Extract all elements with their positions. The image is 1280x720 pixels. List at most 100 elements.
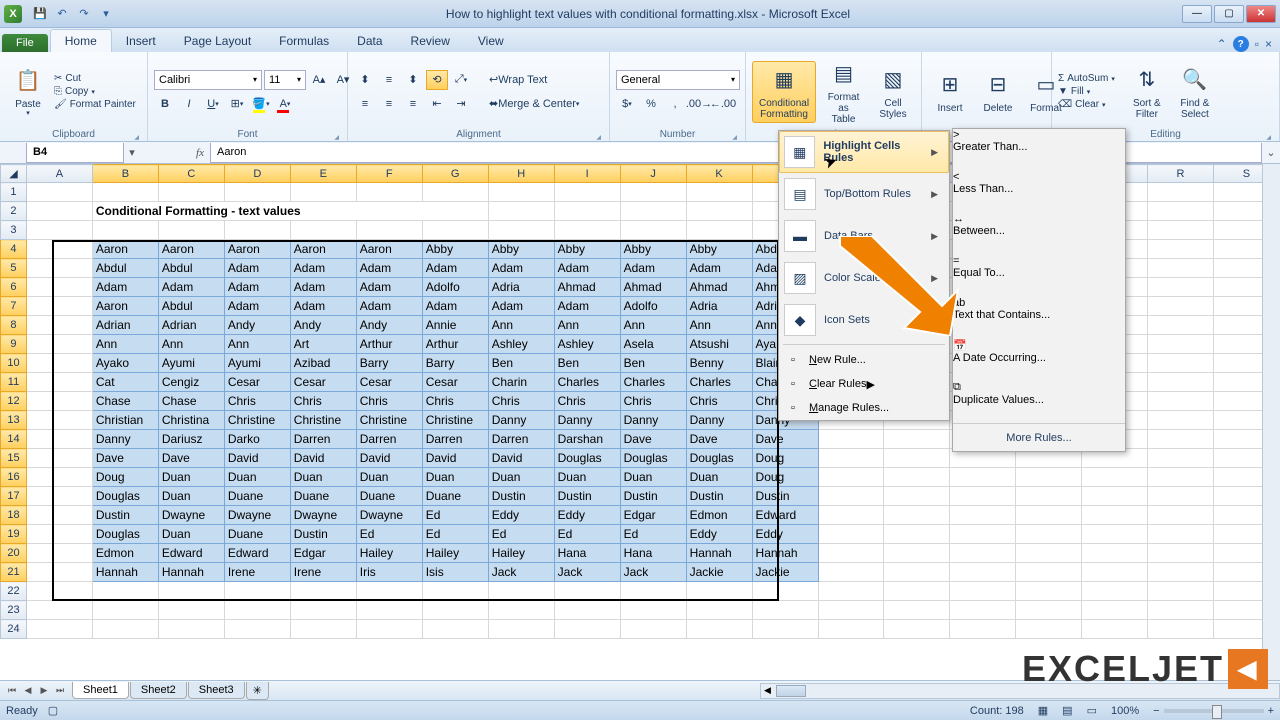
cell[interactable]: Charles — [554, 373, 620, 392]
cell[interactable]: Ed — [554, 525, 620, 544]
cell[interactable]: Aaron — [92, 240, 158, 259]
close-button[interactable]: ✕ — [1246, 5, 1276, 23]
cell[interactable]: Annie — [422, 316, 488, 335]
cell[interactable] — [290, 221, 356, 240]
cell[interactable] — [950, 601, 1016, 620]
cell[interactable] — [818, 544, 884, 563]
view-normal-icon[interactable]: ▦ — [1038, 704, 1048, 717]
insert-button[interactable]: ⊞Insert — [928, 67, 972, 116]
name-box-dropdown-icon[interactable]: ▾ — [124, 146, 140, 159]
cell[interactable]: Hana — [620, 544, 686, 563]
cell[interactable]: Cat — [92, 373, 158, 392]
cell[interactable]: David — [290, 449, 356, 468]
cell[interactable]: Iris — [356, 563, 422, 582]
cell[interactable]: Chris — [488, 392, 554, 411]
row-header[interactable]: 19 — [1, 525, 27, 544]
cell[interactable]: Duan — [356, 468, 422, 487]
cell[interactable] — [620, 221, 686, 240]
cell[interactable]: Adam — [356, 297, 422, 316]
cell[interactable]: Duan — [158, 468, 224, 487]
cell[interactable]: Chase — [92, 392, 158, 411]
sheet-tab-2[interactable]: Sheet2 — [130, 682, 187, 699]
cell[interactable] — [620, 202, 686, 221]
cell[interactable] — [950, 620, 1016, 639]
increase-decimal-icon[interactable]: .00→ — [688, 94, 710, 114]
cell[interactable] — [884, 544, 950, 563]
row-header[interactable]: 17 — [1, 487, 27, 506]
row-header[interactable]: 24 — [1, 620, 27, 639]
font-size-combo[interactable]: 11▾ — [264, 70, 306, 90]
cell[interactable] — [26, 278, 92, 297]
close-workbook-icon[interactable]: × — [1265, 37, 1272, 51]
col-header[interactable]: I — [554, 165, 620, 183]
cell[interactable]: Dustin — [686, 487, 752, 506]
zoom-level[interactable]: 100% — [1111, 705, 1139, 717]
row-header[interactable]: 5 — [1, 259, 27, 278]
cell[interactable]: Abby — [620, 240, 686, 259]
cell[interactable]: Douglas — [554, 449, 620, 468]
scroll-thumb[interactable] — [776, 685, 806, 697]
cell[interactable] — [1082, 582, 1148, 601]
cell[interactable] — [1148, 468, 1214, 487]
cell[interactable]: Eddy — [554, 506, 620, 525]
vertical-scrollbar[interactable] — [1262, 164, 1280, 680]
cell[interactable] — [884, 620, 950, 639]
align-bottom-icon[interactable]: ⬍ — [402, 70, 424, 90]
cell[interactable] — [1148, 221, 1214, 240]
cell[interactable]: Duan — [554, 468, 620, 487]
cell[interactable] — [686, 183, 752, 202]
cell[interactable] — [488, 202, 554, 221]
cell[interactable] — [356, 620, 422, 639]
cell[interactable]: Dave — [92, 449, 158, 468]
cell[interactable] — [950, 563, 1016, 582]
cell[interactable]: Ahmad — [620, 278, 686, 297]
cell[interactable]: Jack — [620, 563, 686, 582]
cell[interactable]: Adam — [356, 259, 422, 278]
cell[interactable]: Ann — [224, 335, 290, 354]
cell[interactable] — [290, 582, 356, 601]
cell[interactable] — [884, 430, 950, 449]
cell[interactable] — [422, 620, 488, 639]
cell[interactable]: Ahmad — [686, 278, 752, 297]
tab-review[interactable]: Review — [397, 30, 464, 52]
cell[interactable]: Barry — [422, 354, 488, 373]
cell[interactable]: Dustin — [488, 487, 554, 506]
cell[interactable] — [1082, 601, 1148, 620]
cell[interactable] — [554, 183, 620, 202]
cell[interactable] — [818, 563, 884, 582]
cell[interactable]: Adam — [620, 259, 686, 278]
cell[interactable] — [1082, 525, 1148, 544]
hcr-menu-item[interactable]: =Equal To... — [953, 255, 1125, 297]
cell[interactable]: Abdul — [158, 259, 224, 278]
cell[interactable]: Danny — [92, 430, 158, 449]
cell[interactable]: Edward — [224, 544, 290, 563]
cell[interactable] — [884, 582, 950, 601]
cell[interactable]: Darren — [290, 430, 356, 449]
cell[interactable]: Darren — [356, 430, 422, 449]
cell[interactable] — [1148, 316, 1214, 335]
cell[interactable] — [224, 601, 290, 620]
cell[interactable] — [26, 221, 92, 240]
cell[interactable] — [620, 620, 686, 639]
cell[interactable] — [26, 506, 92, 525]
cell[interactable] — [818, 430, 884, 449]
cell[interactable] — [818, 487, 884, 506]
hcr-menu-item[interactable]: abText that Contains... — [953, 297, 1125, 339]
cell[interactable]: Arthur — [422, 335, 488, 354]
cell[interactable]: Adolfo — [620, 297, 686, 316]
hcr-menu-item[interactable]: ⧉Duplicate Values... — [953, 381, 1125, 423]
cell[interactable]: Danny — [620, 411, 686, 430]
row-header[interactable]: 22 — [1, 582, 27, 601]
cell[interactable]: Dwayne — [356, 506, 422, 525]
cell[interactable]: Chris — [620, 392, 686, 411]
cell[interactable] — [884, 468, 950, 487]
cell[interactable] — [1082, 620, 1148, 639]
border-button[interactable]: ⊞▾ — [226, 94, 248, 114]
col-header[interactable]: B — [92, 165, 158, 183]
cell[interactable]: David — [422, 449, 488, 468]
cell[interactable] — [422, 582, 488, 601]
cell[interactable] — [26, 354, 92, 373]
paste-button[interactable]: 📋Paste▾ — [6, 63, 50, 120]
cell[interactable] — [26, 582, 92, 601]
row-header[interactable]: 4 — [1, 240, 27, 259]
